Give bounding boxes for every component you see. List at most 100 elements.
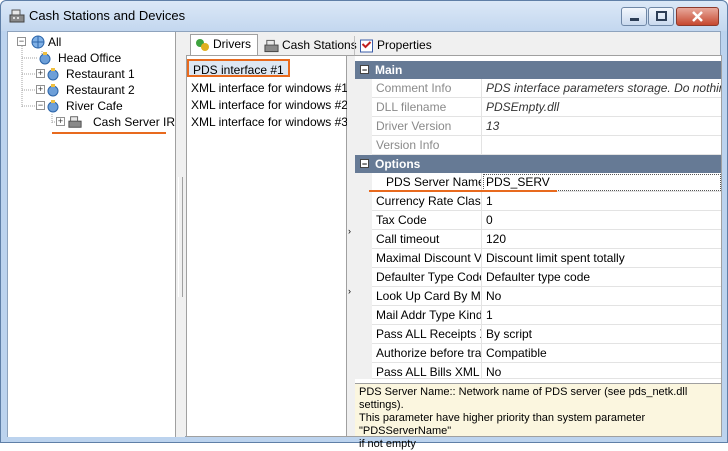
- close-button[interactable]: [676, 7, 719, 26]
- row-gutter: [355, 230, 372, 249]
- property-name: Authorize before trans: [372, 344, 482, 363]
- expand-toggle[interactable]: +: [56, 117, 65, 126]
- window-client: − All Head Office + Restaurant 1 + Resta…: [7, 31, 722, 450]
- maximize-button[interactable]: [648, 7, 674, 26]
- tree-node-cash-server-ir[interactable]: + Cash Server IR: [56, 114, 175, 130]
- tree-node-restaurant-1[interactable]: + Restaurant 1: [36, 66, 166, 82]
- category-label: Main: [375, 63, 403, 77]
- tab-cash-stations[interactable]: Cash Stations: [260, 36, 357, 56]
- drivers-panel: PDS interface #1 XML interface for windo…: [186, 55, 722, 450]
- tree-node-head-office[interactable]: Head Office: [38, 50, 168, 66]
- property-name: Currency Rate Class C: [372, 192, 482, 211]
- list-scroll-arrows: › ›: [347, 56, 355, 436]
- row-gutter: [355, 79, 372, 98]
- globe-icon: [31, 35, 45, 49]
- property-row[interactable]: Mail Addr Type Kind 1: [355, 306, 721, 325]
- close-icon: [692, 11, 703, 22]
- category-label: Options: [375, 157, 421, 171]
- restaurant-icon: [47, 100, 59, 113]
- tree-label: Head Office: [58, 51, 122, 65]
- tab-strip: Drivers Cash Stations Properties: [186, 34, 722, 56]
- highlight-underline: [52, 132, 166, 134]
- expand-toggle[interactable]: +: [36, 69, 45, 78]
- property-value: 1: [486, 308, 493, 322]
- row-gutter: [355, 363, 372, 379]
- driver-list[interactable]: PDS interface #1 XML interface for windo…: [187, 56, 348, 436]
- property-name: Mail Addr Type Kind: [372, 306, 482, 325]
- property-row[interactable]: Pass ALL Bills XML da No: [355, 363, 721, 379]
- driver-item[interactable]: XML interface for windows #1: [191, 79, 348, 97]
- pds-server-name-input[interactable]: PDS_SERV: [483, 174, 721, 191]
- driver-item[interactable]: XML interface for windows #2: [191, 96, 348, 114]
- property-row[interactable]: Driver Version 13: [355, 117, 721, 136]
- property-name: DLL filename: [372, 98, 482, 117]
- property-row[interactable]: Call timeout 120: [355, 230, 721, 249]
- property-value: 13: [486, 119, 500, 133]
- row-gutter: [355, 344, 372, 363]
- property-row[interactable]: Version Info: [355, 136, 721, 155]
- property-row[interactable]: Comment Info PDS interface parameters st…: [355, 79, 721, 98]
- property-name: Pass ALL Receipts XN: [372, 325, 482, 344]
- category-options[interactable]: − Options: [355, 155, 721, 173]
- property-grid[interactable]: − Main Comment Info PDS interface parame…: [355, 61, 721, 379]
- property-value: By script: [486, 327, 533, 341]
- arrow-right-icon[interactable]: ›: [348, 286, 351, 296]
- cash-register-icon: [264, 39, 279, 53]
- collapse-toggle[interactable]: −: [36, 101, 45, 110]
- property-name: Call timeout: [372, 230, 482, 249]
- tab-drivers[interactable]: Drivers: [190, 34, 258, 56]
- driver-item-selected[interactable]: PDS interface #1: [187, 59, 290, 77]
- row-gutter: [355, 211, 372, 230]
- tree-node-restaurant-2[interactable]: + Restaurant 2: [36, 82, 166, 98]
- row-gutter: [355, 249, 372, 268]
- property-row[interactable]: Look Up Card By Mail No: [355, 287, 721, 306]
- drivers-icon: [196, 39, 209, 51]
- property-name: Defaulter Type Code a: [372, 268, 482, 287]
- property-row[interactable]: DLL filename PDSEmpty.dll: [355, 98, 721, 117]
- tab-properties[interactable]: Properties: [354, 36, 434, 56]
- property-name: Tax Code: [372, 211, 482, 230]
- row-gutter: [355, 117, 372, 136]
- property-value: 1: [486, 194, 493, 208]
- property-name: Look Up Card By Mail: [372, 287, 482, 306]
- property-name: Version Info: [372, 136, 482, 155]
- property-value: PDSEmpty.dll: [486, 100, 560, 114]
- splitter[interactable]: [176, 32, 185, 437]
- window-title: Cash Stations and Devices: [29, 8, 186, 23]
- property-value: No: [486, 289, 502, 303]
- collapse-toggle[interactable]: −: [17, 37, 26, 46]
- property-row[interactable]: Authorize before trans Compatible: [355, 344, 721, 363]
- property-value: Defaulter type code: [486, 270, 591, 284]
- row-gutter: [355, 192, 372, 211]
- property-name: Comment Info: [372, 79, 482, 98]
- splitter-grip[interactable]: [178, 177, 183, 297]
- properties-icon: [360, 39, 373, 53]
- tree-node-river-cafe[interactable]: − River Cafe: [36, 98, 166, 114]
- property-row[interactable]: Currency Rate Class C 1: [355, 192, 721, 211]
- arrow-right-icon[interactable]: ›: [348, 226, 351, 236]
- property-value: 120: [486, 232, 507, 246]
- tree-node-all[interactable]: − All: [17, 34, 167, 50]
- app-window: Cash Stations and Devices − All Head Off…: [0, 0, 728, 450]
- collapse-icon[interactable]: −: [360, 65, 369, 75]
- collapse-icon[interactable]: −: [360, 159, 369, 169]
- property-name: Driver Version: [372, 117, 482, 136]
- property-row[interactable]: Defaulter Type Code a Defaulter type cod…: [355, 268, 721, 287]
- minimize-button[interactable]: [621, 7, 647, 26]
- property-value: Discount limit spent totally: [486, 251, 625, 265]
- minimize-icon: [630, 18, 639, 21]
- property-row[interactable]: Tax Code 0: [355, 211, 721, 230]
- category-main[interactable]: − Main: [355, 61, 721, 79]
- maximize-icon: [656, 11, 667, 21]
- expand-toggle[interactable]: +: [36, 85, 45, 94]
- property-value: 0: [486, 213, 493, 227]
- property-row[interactable]: Maximal Discount Valu Discount limit spe…: [355, 249, 721, 268]
- property-row[interactable]: Pass ALL Receipts XN By script: [355, 325, 721, 344]
- driver-item[interactable]: XML interface for windows #3: [191, 113, 348, 131]
- row-gutter: [355, 287, 372, 306]
- property-name: Maximal Discount Valu: [372, 249, 482, 268]
- station-tree[interactable]: − All Head Office + Restaurant 1 + Resta…: [8, 32, 176, 437]
- row-gutter: [355, 306, 372, 325]
- restaurant-icon: [47, 68, 59, 81]
- property-value: [483, 136, 721, 155]
